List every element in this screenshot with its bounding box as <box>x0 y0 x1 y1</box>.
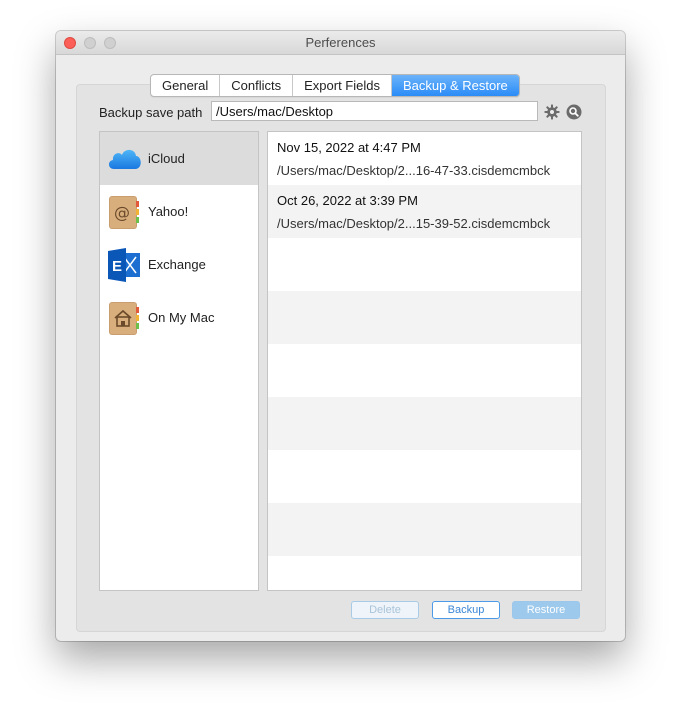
empty-row <box>268 450 581 503</box>
gear-icon[interactable] <box>544 104 560 120</box>
list-item[interactable]: Oct 26, 2022 at 3:39 PM /Users/mac/Deskt… <box>268 185 581 238</box>
empty-row <box>268 397 581 450</box>
preferences-tabs: General Conflicts Export Fields Backup &… <box>150 74 520 97</box>
sidebar-item-yahoo[interactable]: @ Yahoo! <box>100 185 258 238</box>
empty-row <box>268 238 581 291</box>
search-icon[interactable] <box>566 104 582 120</box>
sidebar-item-exchange[interactable]: E Exchange <box>100 238 258 291</box>
svg-text:@: @ <box>114 203 130 222</box>
empty-row <box>268 503 581 556</box>
title-bar: Perferences <box>56 31 625 55</box>
backup-save-path-field[interactable]: /Users/mac/Desktop <box>211 101 538 121</box>
window-title: Perferences <box>305 35 376 50</box>
sidebar-item-on-my-mac[interactable]: On My Mac <box>100 291 258 344</box>
backup-file-path: /Users/mac/Desktop/2...15-39-52.cisdemcm… <box>277 216 551 231</box>
tab-export-fields[interactable]: Export Fields <box>293 75 392 96</box>
tab-general[interactable]: General <box>151 75 221 96</box>
list-item[interactable]: Nov 15, 2022 at 4:47 PM /Users/mac/Deskt… <box>268 132 581 185</box>
icloud-icon <box>108 149 141 169</box>
backup-list: Nov 15, 2022 at 4:47 PM /Users/mac/Deskt… <box>267 131 582 591</box>
backup-date: Oct 26, 2022 at 3:39 PM <box>277 193 418 208</box>
sidebar-item-icloud[interactable]: iCloud <box>100 132 258 185</box>
tab-backup-restore[interactable]: Backup & Restore <box>391 75 519 96</box>
sidebar-item-label: iCloud <box>148 151 185 166</box>
delete-button[interactable]: Delete <box>351 601 419 619</box>
svg-text:E: E <box>112 258 122 275</box>
preferences-window: Perferences General Conflicts Export Fie… <box>56 31 625 641</box>
yahoo-contacts-icon: @ <box>109 196 139 229</box>
backup-file-path: /Users/mac/Desktop/2...16-47-33.cisdemcm… <box>277 163 551 178</box>
tab-conflicts[interactable]: Conflicts <box>220 75 294 96</box>
empty-row <box>268 556 581 590</box>
exchange-icon: E <box>108 248 140 282</box>
sidebar-item-label: On My Mac <box>148 310 215 325</box>
on-my-mac-icon <box>109 302 139 335</box>
empty-row <box>268 291 581 344</box>
restore-button[interactable]: Restore <box>512 601 580 619</box>
account-sidebar: iCloud @ Yahoo! E Exchange On My Mac <box>99 131 259 591</box>
sidebar-item-label: Exchange <box>148 257 206 272</box>
empty-row <box>268 344 581 397</box>
backup-button[interactable]: Backup <box>432 601 500 619</box>
backup-date: Nov 15, 2022 at 4:47 PM <box>277 140 421 155</box>
backup-save-path-label: Backup save path <box>99 105 203 120</box>
sidebar-item-label: Yahoo! <box>148 204 189 219</box>
